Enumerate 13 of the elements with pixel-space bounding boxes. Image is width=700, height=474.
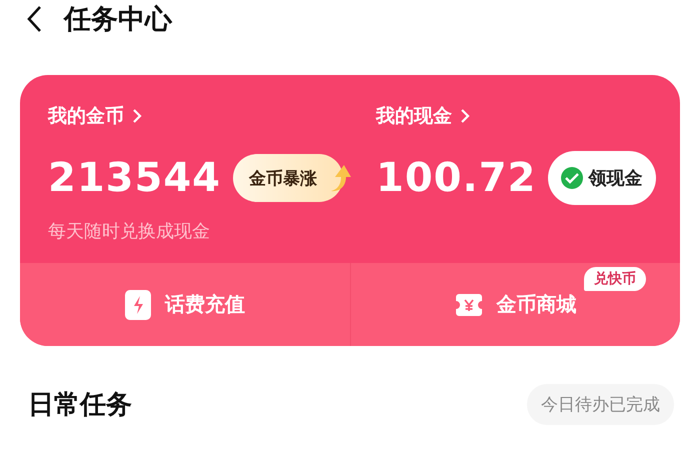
cash-amount: 100.72 [376, 155, 536, 201]
page-title: 任务中心 [64, 3, 172, 37]
cash-label[interactable]: 我的现金 [376, 103, 452, 129]
section-title: 日常任务 [28, 389, 132, 422]
shortcut-tag: 兑快币 [584, 267, 646, 291]
status-pill: 今日待办已完成 [527, 384, 674, 425]
withdraw-button[interactable]: 领现金 [548, 151, 656, 205]
shortcut-button[interactable]: 金币商城 [454, 291, 576, 318]
coins-amount: 213544 [48, 155, 221, 201]
coins-badge[interactable]: 金币暴涨 [233, 154, 343, 202]
shortcut-button[interactable]: 话费充值 [125, 290, 245, 320]
coins-label[interactable]: 我的金币 [48, 103, 124, 129]
coins-note: 每天随时兑换成现金 [48, 220, 211, 243]
